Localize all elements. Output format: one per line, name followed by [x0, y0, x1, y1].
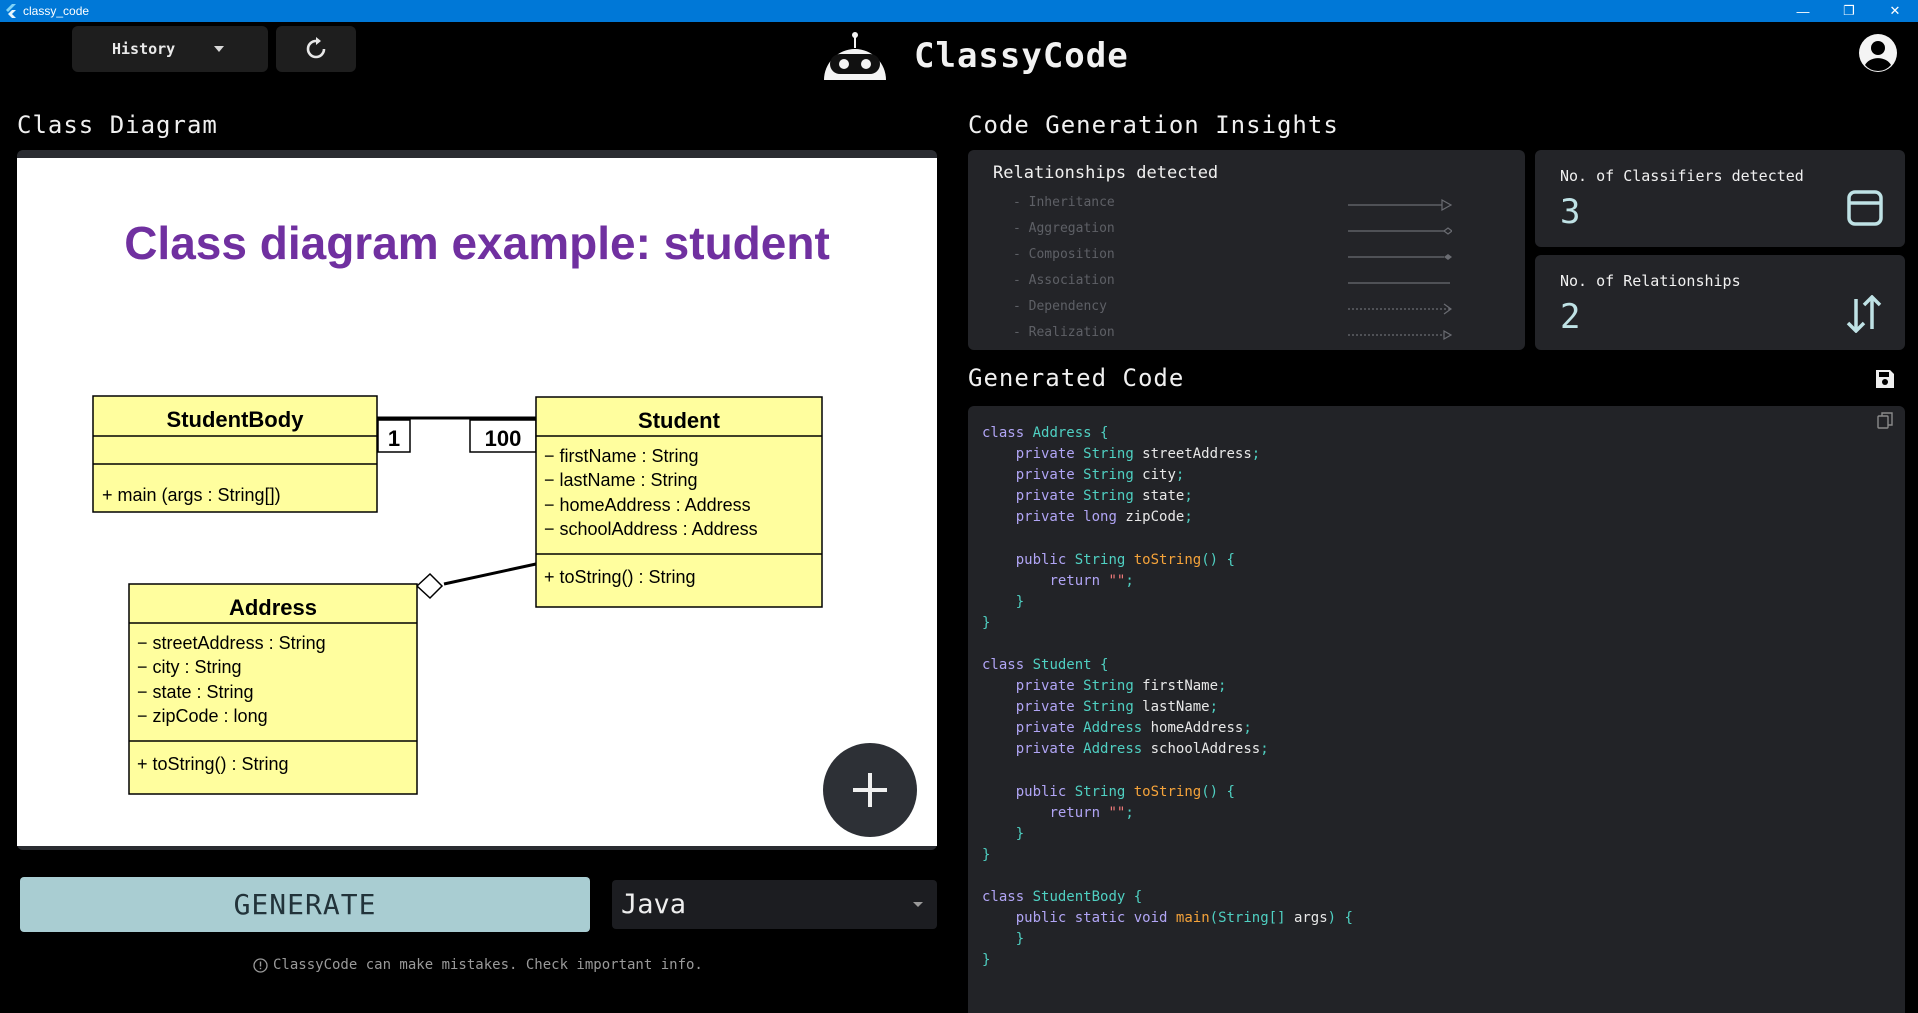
- relationship-type-row: - Aggregation: [1013, 221, 1493, 241]
- window-title: classy_code: [23, 4, 90, 18]
- diagram-heading: Class diagram example: student: [124, 217, 830, 269]
- add-diagram-button[interactable]: [823, 743, 917, 837]
- refresh-button[interactable]: [276, 26, 356, 72]
- class-method: + main (args : String[]): [102, 485, 281, 505]
- relationship-type-label: - Inheritance: [1013, 195, 1115, 210]
- relationships-card: Relationships detected - Inheritance - A…: [968, 150, 1525, 350]
- relationship-type-row: - Dependency: [1013, 299, 1493, 319]
- uml-class-studentbody: StudentBody + main (args : String[]): [92, 395, 378, 513]
- relationship-type-row: - Association: [1013, 273, 1493, 293]
- inheritance-arrow-icon: [1348, 199, 1452, 211]
- class-attribute: − city : String: [137, 657, 242, 677]
- composition-arrow-icon: [1348, 254, 1452, 260]
- account-icon[interactable]: [1858, 33, 1898, 73]
- window-titlebar: classy_code — ❐ ✕: [0, 0, 1918, 22]
- history-label: History: [112, 40, 176, 58]
- classifiers-card: No. of Classifiers detected 3: [1535, 150, 1905, 247]
- relationship-type-label: - Association: [1013, 273, 1115, 288]
- relationships-title: Relationships detected: [993, 163, 1219, 183]
- class-box-icon: [1847, 190, 1883, 226]
- relationships-count-card: No. of Relationships 2: [1535, 255, 1905, 350]
- aggregation-arrow-icon: [1348, 227, 1452, 235]
- insights-title: Code Generation Insights: [968, 111, 1339, 139]
- code-block[interactable]: class Address { private String streetAdd…: [982, 423, 1353, 971]
- class-attribute: − state : String: [137, 682, 254, 702]
- refresh-icon: [306, 37, 326, 59]
- class-diagram-title: Class Diagram: [17, 111, 218, 139]
- class-name: StudentBody: [167, 407, 305, 432]
- language-value: Java: [621, 889, 687, 920]
- class-attribute: − streetAddress : String: [137, 633, 326, 653]
- class-attribute: − homeAddress : Address: [544, 495, 751, 515]
- disclaimer-text: ClassyCode can make mistakes. Check impo…: [273, 957, 703, 973]
- relationships-count-value: 2: [1560, 297, 1581, 337]
- relationship-type-row: - Composition: [1013, 247, 1493, 267]
- minimize-button[interactable]: —: [1780, 0, 1826, 22]
- relationship-type-label: - Dependency: [1013, 299, 1107, 314]
- classifiers-label: No. of Classifiers detected: [1560, 167, 1804, 185]
- class-attribute: − zipCode : long: [137, 706, 268, 726]
- relationship-type-label: - Realization: [1013, 325, 1115, 340]
- classifiers-value: 3: [1560, 192, 1581, 232]
- class-attribute: − firstName : String: [544, 446, 699, 466]
- relationship-type-row: - Inheritance: [1013, 195, 1493, 215]
- chevron-down-icon: [913, 902, 923, 907]
- flutter-app-icon: [6, 4, 16, 18]
- class-attribute: − lastName : String: [544, 470, 698, 490]
- copy-icon[interactable]: [1877, 412, 1893, 430]
- relationship-type-label: - Composition: [1013, 247, 1115, 262]
- save-icon[interactable]: [1874, 368, 1896, 390]
- relationships-count-label: No. of Relationships: [1560, 272, 1741, 290]
- realization-arrow-icon: [1348, 329, 1452, 341]
- swap-vertical-icon: [1846, 295, 1882, 333]
- association-line-icon: [1348, 282, 1450, 284]
- dependency-arrow-icon: [1348, 303, 1452, 315]
- chevron-down-icon: [214, 46, 224, 52]
- multiplicity-label: 100: [485, 426, 522, 451]
- disclaimer: ClassyCode can make mistakes. Check impo…: [253, 957, 703, 973]
- class-method: + toString() : String: [544, 567, 696, 587]
- class-diagram-image: Class diagram example: student 1 100 Stu…: [17, 158, 937, 846]
- generate-button[interactable]: GENERATE: [20, 877, 590, 932]
- restore-button[interactable]: ❐: [1826, 0, 1872, 22]
- plus-icon: [853, 773, 887, 807]
- language-select[interactable]: Java: [612, 880, 937, 929]
- brand-title: ClassyCode: [914, 36, 1129, 76]
- class-name: Student: [638, 408, 721, 433]
- uml-class-address: Address − streetAddress : String − city …: [128, 583, 418, 795]
- history-dropdown[interactable]: History: [72, 26, 268, 72]
- class-method: + toString() : String: [137, 754, 289, 774]
- generated-code-title: Generated Code: [968, 364, 1185, 392]
- relationship-type-label: - Aggregation: [1013, 221, 1115, 236]
- robot-logo-icon: [824, 32, 886, 80]
- relationship-type-row: - Realization: [1013, 325, 1493, 345]
- close-window-button[interactable]: ✕: [1872, 0, 1918, 22]
- info-icon: [253, 957, 268, 973]
- code-panel: class Address { private String streetAdd…: [968, 406, 1905, 1013]
- uml-class-student: Student − firstName : String − lastName …: [535, 396, 823, 608]
- class-attribute: − schoolAddress : Address: [544, 519, 758, 539]
- multiplicity-label: 1: [388, 426, 400, 451]
- class-name: Address: [229, 595, 317, 620]
